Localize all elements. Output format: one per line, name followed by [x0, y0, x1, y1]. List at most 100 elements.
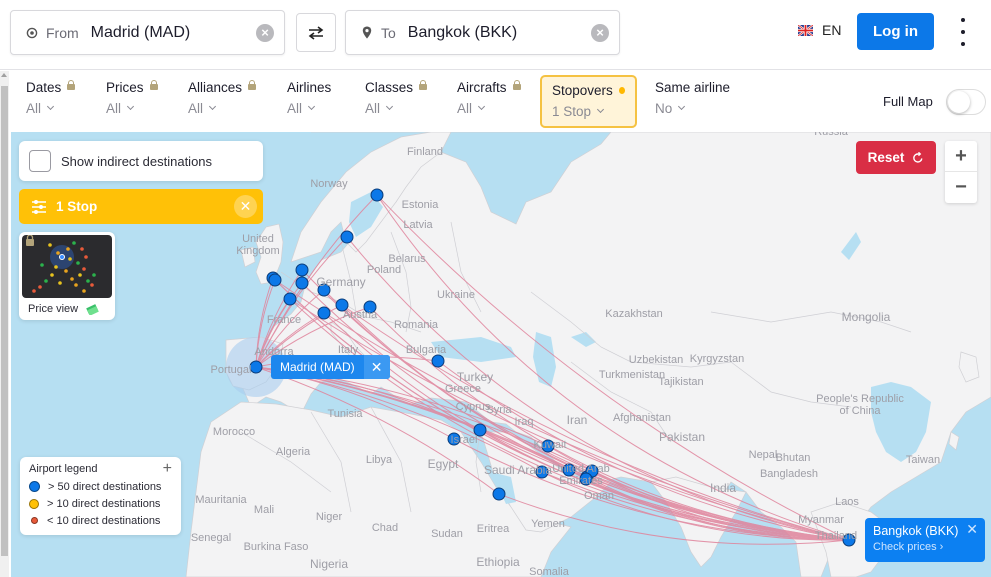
filter-dates[interactable]: Dates All: [26, 79, 76, 116]
map-label: Kuwait: [533, 439, 567, 451]
airport-marker[interactable]: London Gatwick: [268, 273, 282, 287]
map-label: Ethiopia: [476, 555, 520, 569]
price-view-label: Price view: [28, 303, 79, 315]
destination-pin-icon: [360, 26, 374, 40]
map-label: Bangladesh: [759, 468, 819, 480]
airport-legend: Airport legend + > 50 direct destinations…: [20, 457, 181, 535]
map-label: Turkey: [456, 370, 494, 384]
map-label: Norway: [310, 178, 348, 190]
from-field[interactable]: From Madrid (MAD) ×: [10, 10, 285, 55]
thumbnail-dot: [92, 273, 96, 277]
filter-airlines[interactable]: Airlines All: [287, 80, 331, 116]
check-prices-link[interactable]: Check prices ›: [873, 541, 977, 553]
map-label: Iran: [566, 413, 588, 427]
airport-marker[interactable]: Istanbul: [431, 354, 445, 368]
map-label: Estonia: [401, 199, 439, 211]
medium-airport-dot-icon: [29, 498, 39, 509]
map-label: Kyrgyzstan: [689, 353, 745, 365]
map-label: United Arab Emirates: [552, 463, 610, 487]
zoom-in-button[interactable]: +: [945, 141, 977, 172]
filter-value: All: [26, 101, 42, 116]
from-label: From: [46, 24, 79, 41]
thumbnail-dot: [80, 247, 84, 251]
close-destination-icon[interactable]: ✕: [966, 521, 978, 538]
from-value[interactable]: Madrid (MAD): [91, 24, 256, 42]
map-label: Nigeria: [309, 557, 349, 571]
filter-prices[interactable]: Prices All: [106, 79, 158, 116]
filter-alliances[interactable]: Alliances All: [188, 79, 257, 116]
kebab-menu-icon[interactable]: [955, 18, 971, 46]
to-label: To: [381, 24, 396, 41]
close-icon[interactable]: ✕: [234, 195, 257, 218]
clear-to-icon[interactable]: ×: [591, 23, 609, 42]
chevron-down-icon: [307, 102, 316, 111]
close-origin-icon[interactable]: ✕: [363, 355, 390, 379]
map-label: Yemen: [531, 518, 565, 530]
to-field[interactable]: To Bangkok (BKK) ×: [345, 10, 620, 55]
swap-button[interactable]: [296, 13, 336, 52]
chevron-down-icon: [477, 102, 486, 111]
map-label: Algeria: [275, 446, 311, 458]
indirect-checkbox[interactable]: [29, 150, 51, 172]
reset-icon: [913, 151, 923, 163]
filter-stopovers[interactable]: Stopovers 1 Stop: [540, 75, 637, 128]
reset-button[interactable]: Reset: [856, 141, 936, 174]
destination-popup[interactable]: Bangkok (BKK) Check prices › ✕: [865, 518, 985, 562]
lock-icon: [149, 79, 158, 90]
filter-same-airline[interactable]: Same airline No: [655, 80, 730, 116]
chevron-down-icon: [385, 102, 394, 111]
map-label: Romania: [393, 319, 439, 331]
map-label: Latvia: [403, 219, 433, 231]
uk-flag-icon: [798, 24, 813, 36]
map-label: Sudan: [431, 528, 463, 540]
thumbnail-dot: [56, 251, 60, 255]
indirect-label: Show indirect destinations: [61, 153, 213, 169]
airport-marker[interactable]: Jeddah: [492, 487, 506, 501]
map-label: Niger: [315, 511, 343, 523]
price-view-thumbnail: [22, 235, 112, 298]
airport-marker[interactable]: Munich: [317, 306, 331, 320]
map-label: Pakistan: [658, 430, 706, 444]
map-label: Syria: [486, 404, 512, 416]
thumbnail-dot: [58, 281, 62, 285]
active-indicator-dot: [618, 87, 625, 94]
map-label: Oman: [584, 490, 614, 502]
filter-value: No: [655, 101, 673, 116]
map-label: Portugal: [210, 364, 252, 376]
zoom-out-button[interactable]: −: [945, 172, 977, 203]
page-scrollbar[interactable]: [0, 71, 9, 577]
to-value[interactable]: Bangkok (BKK): [408, 24, 591, 42]
thumbnail-dot: [48, 243, 52, 247]
full-map-toggle[interactable]: [946, 89, 986, 115]
clear-from-icon[interactable]: ×: [256, 23, 274, 42]
airport-marker[interactable]: Copenhagen: [340, 230, 354, 244]
filter-title: Dates: [26, 80, 62, 95]
filter-title: Prices: [106, 80, 144, 95]
scrollbar-thumb[interactable]: [1, 86, 8, 556]
filter-bar: Dates All Prices All Alliances All Airli…: [0, 71, 991, 132]
filter-aircrafts[interactable]: Aircrafts All: [457, 79, 521, 116]
airport-marker[interactable]: Brussels: [295, 276, 309, 290]
stop-filter-chip[interactable]: 1 Stop ✕: [19, 189, 263, 224]
price-view-button[interactable]: Price view: [19, 232, 115, 320]
scroll-up-arrow-icon[interactable]: [1, 73, 7, 77]
airport-marker[interactable]: Madrid: [249, 360, 263, 374]
thumbnail-dot: [54, 265, 58, 269]
show-indirect-destinations[interactable]: Show indirect destinations: [19, 141, 263, 181]
airport-marker[interactable]: Stockholm: [370, 188, 384, 202]
thumbnail-dot: [66, 247, 70, 251]
filter-classes[interactable]: Classes All: [365, 79, 428, 116]
legend-item: < 10 direct destinations: [29, 512, 172, 529]
login-button[interactable]: Log in: [857, 13, 934, 50]
airport-marker[interactable]: Paris: [283, 292, 297, 306]
expand-legend-icon[interactable]: +: [163, 461, 172, 477]
filter-value: All: [188, 101, 204, 116]
chevron-down-icon: [678, 102, 686, 111]
language-selector[interactable]: EN: [798, 22, 841, 38]
origin-popup[interactable]: Madrid (MAD) ✕: [271, 355, 390, 379]
map-label: Saudi Arabia: [483, 463, 553, 477]
filter-value: All: [106, 101, 122, 116]
map-label: Greece: [444, 383, 482, 395]
map-label: Nepal: [748, 449, 778, 461]
airport-marker[interactable]: Amsterdam: [295, 263, 309, 277]
